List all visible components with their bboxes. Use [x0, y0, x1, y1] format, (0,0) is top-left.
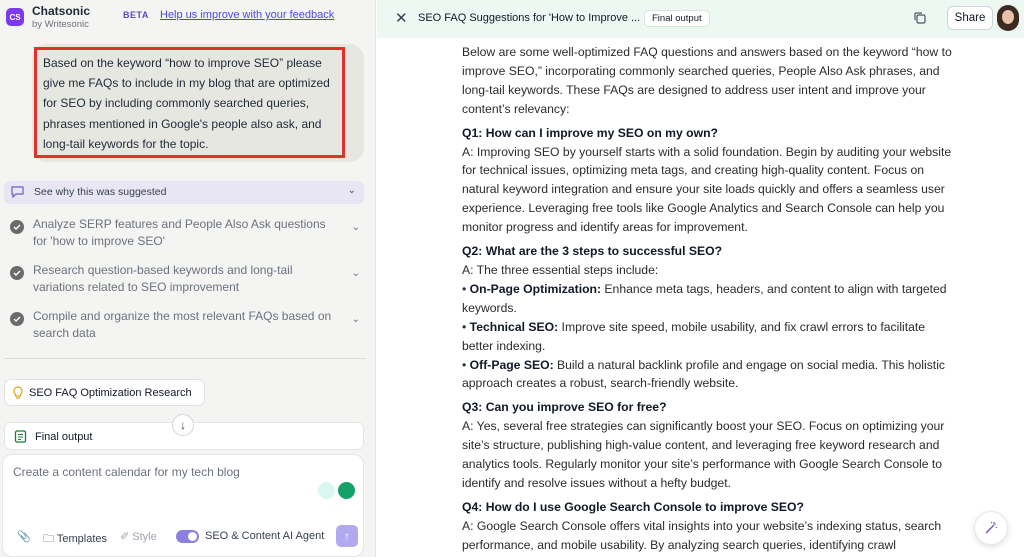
- chevron-down-icon: ⌄: [347, 185, 356, 196]
- list-term: On-Page Optimization:: [469, 281, 602, 296]
- copy-icon[interactable]: [913, 11, 927, 25]
- reasoning-step-text: Research question-based keywords and lon…: [33, 263, 293, 294]
- faq-list-item: • Off-Page SEO: Build a natural backlink…: [462, 356, 952, 394]
- templates-button[interactable]: 🗀 Templates: [43, 530, 107, 549]
- agent-toggle[interactable]: [176, 530, 199, 543]
- message-composer: Create a content calendar for my tech bl…: [2, 454, 364, 557]
- list-term: Off-Page SEO:: [469, 357, 554, 372]
- user-prompt-text: Based on the keyword “how to improve SEO…: [43, 56, 330, 151]
- research-chip-label: SEO FAQ Optimization Research: [29, 387, 192, 399]
- why-suggested-label: See why this was suggested: [34, 186, 167, 198]
- document-icon: [14, 430, 27, 443]
- composer-toolbar: 📎 🗀 Templates ✐ Style SEO & Content AI A…: [13, 525, 358, 549]
- scroll-down-arrow-icon[interactable]: ↓: [172, 414, 194, 436]
- why-suggested-toggle[interactable]: See why this was suggested ⌄: [4, 181, 364, 204]
- faq-question: Q2: What are the 3 steps to successful S…: [462, 244, 723, 259]
- document-header: ✕ SEO FAQ Suggestions for 'How to Improv…: [377, 0, 1024, 38]
- reasoning-step-text: Analyze SERP features and People Also As…: [33, 217, 326, 248]
- faq-answer: A: Improving SEO by yourself starts with…: [462, 144, 952, 235]
- brush-icon: ✐: [120, 531, 130, 543]
- chatsonic-logo: CS: [6, 8, 24, 26]
- send-arrow-icon[interactable]: ↑: [336, 525, 358, 547]
- chevron-down-icon: ⌄: [351, 314, 360, 325]
- wand-glyph-icon: [985, 521, 998, 534]
- top-bar: CS Chatsonic by Writesonic BETA Help us …: [0, 0, 376, 36]
- lightbulb-icon: [13, 386, 23, 399]
- grammarly-icon[interactable]: [338, 482, 355, 499]
- faq-question: Q4: How do I use Google Search Console t…: [462, 499, 804, 514]
- app-name: Chatsonic: [32, 4, 91, 18]
- style-label: Style: [132, 531, 157, 543]
- faq-answer: A: Yes, several free strategies can sign…: [462, 419, 945, 490]
- faq-answer: A: Google Search Console offers vital in…: [462, 518, 942, 552]
- folder-icon: 🗀: [43, 533, 54, 545]
- list-term: Technical SEO:: [469, 319, 559, 334]
- bullet: •: [462, 319, 467, 334]
- reasoning-step-3[interactable]: Compile and organize the most relevant F…: [8, 308, 364, 342]
- faq-list-item: • On-Page Optimization: Enhance meta tag…: [462, 280, 952, 318]
- faq-question: Q3: Can you improve SEO for free?: [462, 400, 667, 415]
- pin-icon[interactable]: [318, 482, 335, 499]
- bullet: •: [462, 281, 467, 296]
- faq-answer: A: The three essential steps include:: [462, 262, 659, 277]
- faq-list-item: • Technical SEO: Improve site speed, mob…: [462, 318, 952, 356]
- magic-wand-icon[interactable]: [974, 511, 1008, 545]
- document-panel: ✕ SEO FAQ Suggestions for 'How to Improv…: [377, 0, 1024, 557]
- app-by-line: by Writesonic: [32, 19, 89, 30]
- research-chip[interactable]: SEO FAQ Optimization Research: [4, 379, 205, 406]
- chat-bubble-icon: [11, 186, 24, 198]
- check-circle-icon: [10, 266, 24, 280]
- intro-paragraph: Below are some well-optimized FAQ questi…: [462, 45, 952, 116]
- faq-question: Q1: How can I improve my SEO on my own?: [462, 125, 718, 140]
- final-output-label: Final output: [35, 431, 93, 443]
- app-root: CS Chatsonic by Writesonic BETA Help us …: [0, 0, 1024, 557]
- templates-label: Templates: [56, 533, 107, 545]
- check-circle-icon: [10, 220, 24, 234]
- agent-label: SEO & Content AI Agent: [205, 530, 325, 542]
- chevron-down-icon: ⌄: [351, 268, 360, 279]
- document-title: SEO FAQ Suggestions for 'How to Improve …: [418, 12, 641, 24]
- style-button[interactable]: ✐ Style: [120, 530, 157, 543]
- divider: [4, 358, 366, 359]
- feedback-link[interactable]: Help us improve with your feedback: [160, 9, 334, 21]
- document-body: Below are some well-optimized FAQ questi…: [462, 43, 952, 555]
- close-icon[interactable]: ✕: [395, 9, 408, 27]
- reasoning-step-text: Compile and organize the most relevant F…: [33, 309, 332, 340]
- reasoning-step-2[interactable]: Research question-based keywords and lon…: [8, 262, 364, 296]
- status-badge: Final output: [644, 10, 710, 27]
- extension-icons: [316, 482, 356, 502]
- avatar[interactable]: [997, 5, 1019, 31]
- check-circle-icon: [10, 312, 24, 326]
- chat-panel: CS Chatsonic by Writesonic BETA Help us …: [0, 0, 382, 557]
- chevron-down-icon: ⌄: [351, 222, 360, 233]
- bullet: •: [462, 357, 467, 372]
- attach-paperclip-icon[interactable]: 📎: [17, 530, 31, 543]
- beta-badge: BETA: [123, 10, 149, 20]
- share-button[interactable]: Share: [947, 6, 993, 30]
- message-input[interactable]: Create a content calendar for my tech bl…: [13, 465, 240, 479]
- avatar-face: [1002, 10, 1014, 24]
- reasoning-step-1[interactable]: Analyze SERP features and People Also As…: [8, 216, 364, 250]
